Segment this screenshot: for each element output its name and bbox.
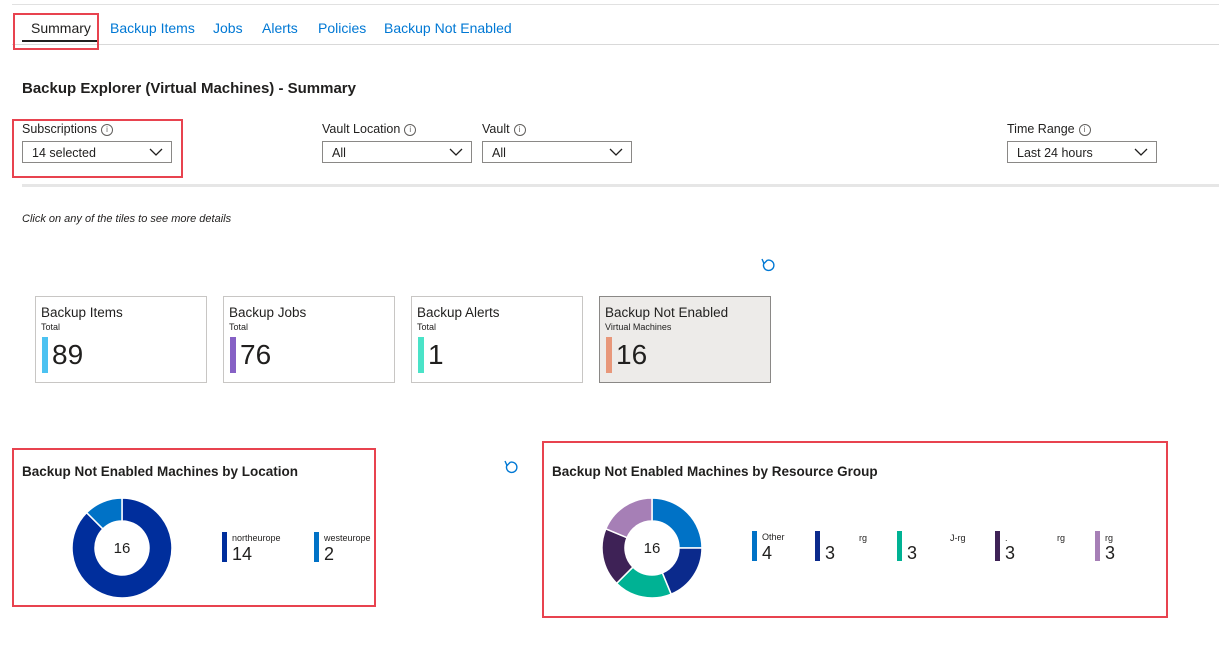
chevron-down-icon	[609, 148, 623, 156]
tile-color-bar	[606, 337, 612, 373]
time-range-dropdown[interactable]: Last 24 hours	[1007, 141, 1157, 163]
location-donut-chart: 16	[71, 497, 173, 599]
tile-subtitle: Total	[41, 322, 61, 332]
time-range-value: Last 24 hours	[1017, 146, 1093, 160]
tile-color-bar	[42, 337, 48, 373]
tile-backup-jobs[interactable]: Backup Jobs Total 76	[223, 296, 395, 383]
info-icon: i	[1078, 124, 1091, 136]
tile-title: Backup Jobs	[229, 305, 307, 320]
legend-value: 3	[825, 543, 836, 563]
legend-value: 2	[324, 544, 335, 564]
legend-name: rg	[859, 533, 868, 543]
vault-location-label: Vault Location i	[322, 122, 417, 136]
legend-value: 3	[1005, 543, 1016, 563]
rg-chart-title: Backup Not Enabled Machines by Resource …	[552, 464, 878, 479]
tile-title: Backup Alerts	[417, 305, 500, 320]
tile-value: 76	[240, 339, 272, 370]
highlight-summary-tab	[13, 13, 99, 50]
tile-title: Backup Not Enabled	[605, 305, 729, 320]
tile-title: Backup Items	[41, 305, 123, 320]
legend-color-bar	[995, 531, 1000, 561]
time-range-label-text: Time Range	[1007, 122, 1075, 136]
location-donut-total: 16	[114, 540, 131, 557]
vault-location-value: All	[332, 146, 346, 160]
tile-value: 89	[52, 339, 84, 370]
legend-color-bar	[815, 531, 820, 561]
legend-color-bar	[314, 532, 319, 562]
tile-backup-alerts[interactable]: Backup Alerts Total 1	[411, 296, 583, 383]
vault-location-dropdown[interactable]: All	[322, 141, 472, 163]
refresh-icon[interactable]	[759, 256, 777, 274]
legend-color-bar	[752, 531, 757, 561]
highlight-subscriptions-filter	[12, 119, 183, 178]
legend-color-bar	[1095, 531, 1100, 561]
tab-bar: Summary Backup Items Jobs Alerts Policie…	[12, 16, 1219, 45]
legend-value: 3	[1105, 543, 1116, 563]
tile-subtitle: Total	[417, 322, 437, 332]
tile-color-bar	[418, 337, 424, 373]
legend-value: 4	[762, 543, 773, 563]
tiles-hint: Click on any of the tiles to see more de…	[22, 213, 232, 225]
location-chart-title: Backup Not Enabled Machines by Location	[22, 464, 299, 479]
top-border	[12, 4, 1219, 5]
page-title: Backup Explorer (Virtual Machines) - Sum…	[22, 80, 356, 97]
legend-color-bar	[897, 531, 902, 561]
legend-value: 14	[232, 544, 253, 564]
chevron-down-icon	[449, 148, 463, 156]
tab-backup-not-enabled[interactable]: Backup Not Enabled	[384, 20, 512, 36]
legend-color-bar	[222, 532, 227, 562]
vault-dropdown[interactable]: All	[482, 141, 632, 163]
vault-label: Vault i	[482, 122, 526, 136]
info-icon: i	[404, 124, 417, 136]
legend-name: Other	[762, 532, 785, 542]
tile-color-bar	[230, 337, 236, 373]
tab-alerts[interactable]: Alerts	[262, 20, 298, 36]
tile-value: 16	[616, 339, 648, 370]
tile-subtitle: Virtual Machines	[605, 322, 672, 332]
tile-backup-not-enabled[interactable]: Backup Not Enabled Virtual Machines 16	[599, 296, 771, 383]
legend-name: westeurope	[324, 533, 371, 543]
info-icon: i	[513, 124, 526, 136]
legend-name: J-rg	[950, 533, 966, 543]
tab-policies[interactable]: Policies	[318, 20, 366, 36]
legend-name: rg	[1057, 533, 1066, 543]
rg-donut-total: 16	[644, 540, 661, 557]
tile-subtitle: Total	[229, 322, 249, 332]
section-divider	[22, 184, 1219, 187]
tab-backup-items[interactable]: Backup Items	[110, 20, 195, 36]
vault-label-text: Vault	[482, 122, 510, 136]
rg-donut-slice[interactable]	[604, 497, 653, 539]
legend-value: 3	[907, 543, 918, 563]
tile-backup-items[interactable]: Backup Items Total 89	[35, 296, 207, 383]
legend-name: rg	[1105, 533, 1114, 543]
legend-name: .	[1005, 533, 1008, 543]
chevron-down-icon	[1134, 148, 1148, 156]
vault-value: All	[492, 146, 506, 160]
vault-location-label-text: Vault Location	[322, 122, 401, 136]
rg-donut-chart: 16	[601, 497, 703, 599]
tab-jobs[interactable]: Jobs	[213, 20, 243, 36]
refresh-icon[interactable]	[502, 458, 520, 476]
tile-value: 1	[428, 339, 444, 370]
legend-name: northeurope	[232, 533, 281, 543]
time-range-label: Time Range i	[1007, 122, 1091, 136]
